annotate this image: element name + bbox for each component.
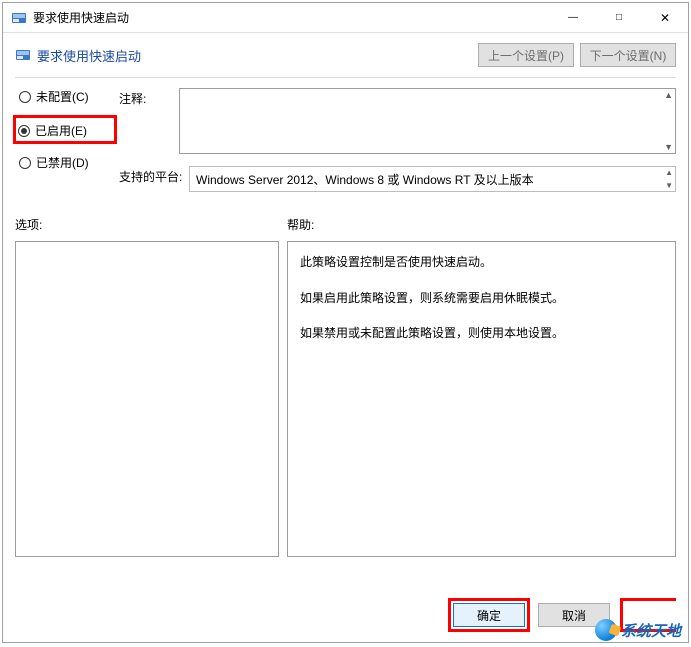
ok-highlight: 确定	[448, 598, 530, 632]
radio-disabled[interactable]: 已禁用(D)	[19, 154, 115, 171]
config-row: 未配置(C) 已启用(E) 已禁用(D) 注释: ▲ ▼	[3, 86, 688, 198]
options-label: 选项:	[15, 216, 287, 233]
dialog-window: 要求使用快速启动 — □ ✕ 要求使用快速启动 上一个设置(P) 下一个设置(N…	[2, 2, 689, 643]
cancel-button[interactable]: 取消	[538, 603, 610, 627]
scroll-up-icon: ▲	[664, 90, 673, 100]
comment-label: 注释:	[119, 88, 179, 107]
pane-labels: 选项: 帮助:	[3, 198, 688, 237]
help-label: 帮助:	[287, 216, 314, 233]
previous-setting-button[interactable]: 上一个设置(P)	[478, 43, 574, 67]
scroll-down-icon: ▼	[665, 181, 673, 190]
policy-icon	[15, 47, 31, 63]
comment-row: 注释: ▲ ▼	[119, 88, 676, 154]
platform-textbox: Windows Server 2012、Windows 8 或 Windows …	[189, 166, 676, 192]
radio-not-configured[interactable]: 未配置(C)	[19, 88, 115, 105]
footer: 确定 取消	[448, 598, 676, 632]
scroll-down-icon: ▼	[664, 142, 673, 152]
apply-highlight	[620, 598, 676, 632]
minimize-button[interactable]: —	[550, 3, 596, 32]
platform-row: 支持的平台: Windows Server 2012、Windows 8 或 W…	[119, 166, 676, 192]
radio-icon	[19, 157, 31, 169]
header-title: 要求使用快速启动	[37, 46, 472, 65]
scroll-up-icon: ▲	[665, 168, 673, 177]
help-text: 如果启用此策略设置，则系统需要启用休眠模式。	[300, 288, 663, 310]
next-setting-button[interactable]: 下一个设置(N)	[580, 43, 676, 67]
radio-icon	[19, 91, 31, 103]
radio-icon	[18, 125, 30, 137]
app-icon	[11, 10, 27, 26]
help-text: 如果禁用或未配置此策略设置，则使用本地设置。	[300, 323, 663, 345]
comment-textarea[interactable]: ▲ ▼	[179, 88, 676, 154]
radio-enabled[interactable]: 已启用(E)	[18, 122, 112, 139]
help-pane: 此策略设置控制是否使用快速启动。 如果启用此策略设置，则系统需要启用休眠模式。 …	[287, 241, 676, 557]
radio-label: 已启用(E)	[35, 122, 87, 139]
enabled-highlight: 已启用(E)	[13, 115, 117, 144]
platform-label: 支持的平台:	[119, 166, 189, 185]
help-text: 此策略设置控制是否使用快速启动。	[300, 252, 663, 274]
ok-button[interactable]: 确定	[453, 603, 525, 627]
titlebar: 要求使用快速启动 — □ ✕	[3, 3, 688, 33]
close-button[interactable]: ✕	[642, 3, 688, 32]
panes: 此策略设置控制是否使用快速启动。 如果启用此策略设置，则系统需要启用休眠模式。 …	[3, 237, 688, 557]
options-pane	[15, 241, 279, 557]
fields: 注释: ▲ ▼ 支持的平台: Windows Server 2012、Windo…	[115, 88, 676, 198]
header: 要求使用快速启动 上一个设置(P) 下一个设置(N)	[3, 33, 688, 71]
divider	[15, 77, 676, 78]
platform-value: Windows Server 2012、Windows 8 或 Windows …	[196, 171, 534, 188]
maximize-button[interactable]: □	[596, 3, 642, 32]
window-controls: — □ ✕	[550, 3, 688, 32]
radio-group: 未配置(C) 已启用(E) 已禁用(D)	[19, 88, 115, 185]
window-title: 要求使用快速启动	[33, 9, 550, 26]
radio-label: 已禁用(D)	[36, 154, 89, 171]
radio-label: 未配置(C)	[36, 88, 89, 105]
